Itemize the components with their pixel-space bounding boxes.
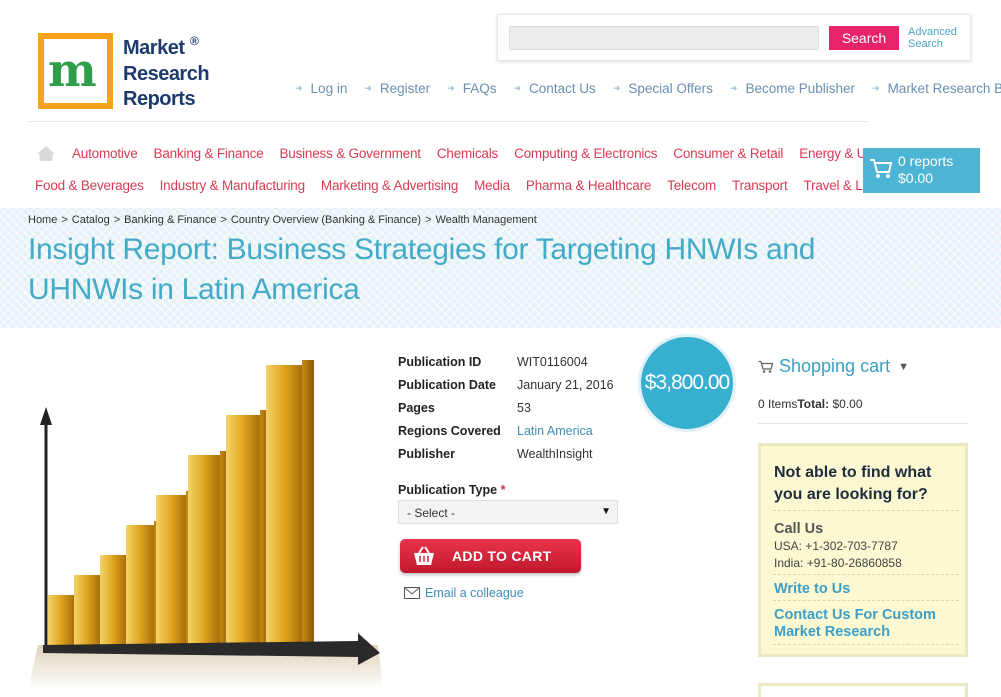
breadcrumb-catalog[interactable]: Catalog xyxy=(72,214,110,226)
breadcrumb: Home > Catalog > Banking & Finance > Country O… xyxy=(28,214,537,226)
arrow-right-icon: ➜ xyxy=(295,82,303,93)
required-mark: * xyxy=(500,483,506,497)
search-button[interactable]: Search xyxy=(829,26,899,50)
top-link-register[interactable]: ➜ Register xyxy=(364,78,430,98)
category-row-2: Food & Beverages Industry & Manufacturin… xyxy=(35,178,914,193)
arrow-right-icon: ➜ xyxy=(513,82,522,93)
top-link-special-offers[interactable]: ➜ Special Offers xyxy=(613,78,713,98)
publication-type-select[interactable]: - Select - ▼ xyxy=(398,500,618,524)
email-colleague-label: Email a colleague xyxy=(425,586,524,600)
arrow-right-icon: ➜ xyxy=(447,82,455,93)
right-divider xyxy=(758,423,968,424)
logo-word-reports: Reports xyxy=(123,88,196,110)
help-title: Not able to find what you are looking fo… xyxy=(774,464,932,503)
category-chemicals[interactable]: Chemicals xyxy=(437,146,498,161)
caret-down-icon: ▼ xyxy=(601,506,611,517)
help-divider xyxy=(773,574,959,575)
arrow-right-icon: ➜ xyxy=(612,82,621,93)
caret-down-icon: ▼ xyxy=(898,360,909,373)
breadcrumb-home[interactable]: Home xyxy=(28,214,57,226)
phone-usa: USA: +1-302-703-7787 xyxy=(774,539,898,553)
header-divider xyxy=(28,121,868,122)
cart-icon xyxy=(869,158,893,183)
home-icon[interactable] xyxy=(36,145,56,162)
cart-count: 0 reports xyxy=(898,153,954,169)
top-link-become-publisher[interactable]: ➜ Become Publisher xyxy=(730,78,855,98)
category-telecom[interactable]: Telecom xyxy=(667,178,716,193)
top-link-faqs[interactable]: ➜ FAQs xyxy=(447,78,496,98)
add-to-cart-label: ADD TO CART xyxy=(452,548,552,564)
price-badge: $3,800.00 xyxy=(638,334,736,432)
basket-icon xyxy=(412,545,436,570)
category-consumer-retail[interactable]: Consumer & Retail xyxy=(673,146,783,161)
header-cart[interactable]: 0 reports $0.00 xyxy=(863,148,980,193)
top-link-contact[interactable]: ➜ Contact Us xyxy=(513,78,595,98)
top-nav: ➜ Log in ➜ Register ➜ FAQs ➜ Contact Us ➜ Spe… xyxy=(295,78,1001,98)
cart-icon xyxy=(758,360,774,373)
detail-value-publisher: WealthInsight xyxy=(517,447,593,461)
category-food-beverages[interactable]: Food & Beverages xyxy=(35,178,144,193)
help-divider xyxy=(773,644,959,645)
category-transport[interactable]: Transport xyxy=(732,178,788,193)
arrow-right-icon: ➜ xyxy=(872,82,880,93)
add-to-cart-button[interactable]: ADD TO CART xyxy=(400,539,581,573)
write-to-us-link[interactable]: Write to Us xyxy=(774,581,850,597)
site-logo[interactable]: m Market Research Reports ® xyxy=(38,33,213,113)
cart-total: $0.00 xyxy=(898,170,934,186)
category-pharma-healthcare[interactable]: Pharma & Healthcare xyxy=(526,178,651,193)
category-row-1: Automotive Banking & Finance Business & … xyxy=(72,146,914,161)
detail-value-pages: 53 xyxy=(517,401,531,415)
help-box: Not able to find what you are looking fo… xyxy=(758,443,968,657)
category-industry-manufacturing[interactable]: Industry & Manufacturing xyxy=(160,178,305,193)
category-automotive[interactable]: Automotive xyxy=(72,146,138,161)
registered-mark: ® xyxy=(190,34,199,48)
search-input[interactable] xyxy=(509,26,819,50)
product-image xyxy=(28,345,383,690)
detail-label-regions: Regions Covered xyxy=(398,424,501,438)
help-divider xyxy=(773,600,959,601)
top-link-blog[interactable]: ➜Market Research Blog xyxy=(872,78,1001,98)
search-box: Search Advanced Search xyxy=(497,14,971,61)
category-business-government[interactable]: Business & Government xyxy=(279,146,421,161)
logo-word-research: Research xyxy=(123,63,210,85)
next-sidebar-box xyxy=(758,683,968,697)
shopping-cart-heading[interactable]: Shopping cart ▼ xyxy=(758,356,909,377)
phone-india: India: +91-80-26860858 xyxy=(774,556,902,570)
arrow-right-icon: ➜ xyxy=(729,82,738,93)
detail-label-publisher: Publisher xyxy=(398,447,455,461)
breadcrumb-banking-finance[interactable]: Banking & Finance xyxy=(124,214,216,226)
publication-type-value: - Select - xyxy=(407,506,456,520)
help-divider xyxy=(773,510,959,511)
detail-value-publication-date: January 21, 2016 xyxy=(517,378,614,392)
detail-label-publication-id: Publication ID xyxy=(398,355,482,369)
category-marketing-advertising[interactable]: Marketing & Advertising xyxy=(321,178,458,193)
page-title: Insight Report: Business Strategies for … xyxy=(28,233,816,306)
publication-type-label: Publication Type * xyxy=(398,483,506,497)
category-media[interactable]: Media xyxy=(474,178,510,193)
top-link-login[interactable]: ➜ Log in xyxy=(295,78,347,98)
breadcrumb-wealth-management: Wealth Management xyxy=(435,214,537,226)
arrow-right-icon: ➜ xyxy=(364,82,372,93)
category-banking-finance[interactable]: Banking & Finance xyxy=(154,146,264,161)
envelope-icon xyxy=(404,587,420,599)
detail-label-publication-date: Publication Date xyxy=(398,378,496,392)
email-colleague-link[interactable]: Email a colleague xyxy=(404,586,524,600)
logo-mark: m xyxy=(38,33,113,109)
breadcrumb-country-overview[interactable]: Country Overview (Banking & Finance) xyxy=(231,214,421,226)
detail-value-publication-id: WIT0116004 xyxy=(517,355,588,369)
detail-label-pages: Pages xyxy=(398,401,435,415)
category-computing-electronics[interactable]: Computing & Electronics xyxy=(514,146,657,161)
call-us-heading: Call Us xyxy=(774,521,824,537)
advanced-search-link[interactable]: Advanced Search xyxy=(908,26,968,50)
shopping-cart-summary: 0 ItemsTotal: $0.00 xyxy=(758,397,863,411)
logo-word-market: Market xyxy=(123,37,185,59)
detail-link-regions[interactable]: Latin America xyxy=(517,424,593,438)
custom-research-link[interactable]: Contact Us For Custom Market Research xyxy=(774,607,964,641)
